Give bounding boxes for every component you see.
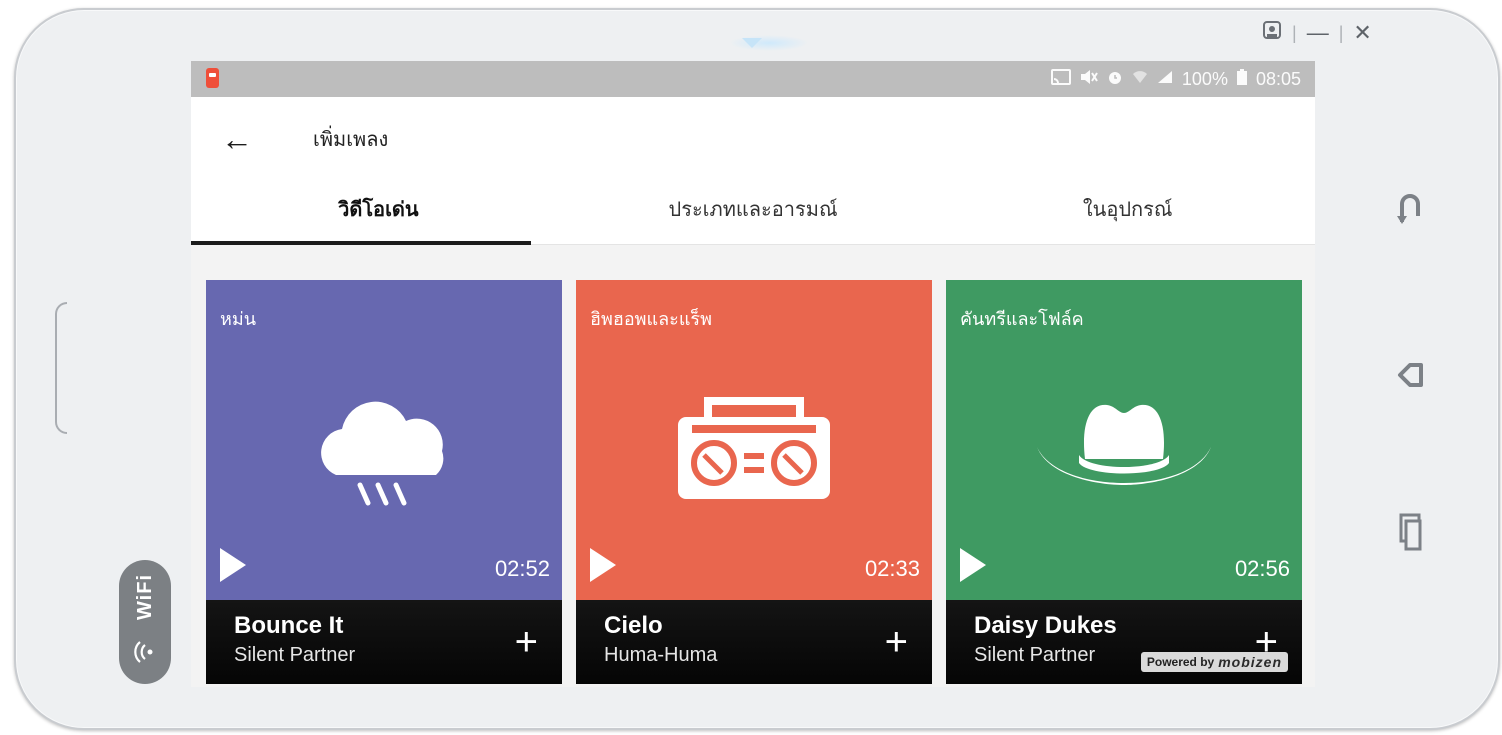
- tab-on-device[interactable]: ในอุปกรณ์: [940, 181, 1315, 244]
- page-title: เพิ่มเพลง: [313, 129, 389, 151]
- mute-icon: [1080, 69, 1098, 90]
- separator: |: [1292, 22, 1297, 43]
- track-info: Cielo Huma-Huma +: [576, 600, 932, 684]
- track-info: Bounce It Silent Partner +: [206, 600, 562, 684]
- cast-icon: [1050, 68, 1071, 90]
- alarm-icon: [1107, 69, 1123, 90]
- wifi-signal-icon: [1132, 70, 1148, 89]
- status-bar: 100% 08:05: [191, 61, 1315, 97]
- recent-apps-icon[interactable]: [1390, 512, 1430, 552]
- music-card[interactable]: ฮิพฮอพและแร็พ 02:33 Cielo Huma-Huma +: [576, 280, 932, 684]
- mobizen-logo: mobizen: [1218, 654, 1282, 670]
- play-icon[interactable]: [590, 548, 616, 582]
- genre-label: หม่น: [220, 309, 257, 329]
- dropdown-arrow-icon[interactable]: [742, 38, 762, 48]
- mobizen-watermark: Powered by mobizen: [1140, 652, 1288, 672]
- music-card[interactable]: คันทรีและโฟล์ค 02:56 Daisy Dukes Silent …: [946, 280, 1302, 684]
- tab-featured-videos[interactable]: วิดีโอเด่น: [191, 181, 566, 244]
- music-card[interactable]: หม่น 02:52 Bounce It Silent Partner +: [206, 280, 562, 684]
- track-artist: Huma-Huma: [604, 644, 718, 666]
- genre-label: ฮิพฮอพและแร็พ: [590, 309, 712, 329]
- watermark-prefix: Powered by: [1146, 655, 1215, 669]
- close-icon[interactable]: ✕: [1353, 20, 1371, 46]
- track-artist: Silent Partner: [234, 644, 356, 666]
- side-button: [55, 302, 67, 434]
- track-duration: 02:33: [864, 556, 920, 581]
- tab-indicator: [191, 241, 531, 245]
- cowboy-hat-icon: [946, 350, 1302, 550]
- track-title: Bounce It: [234, 612, 344, 639]
- cell-signal-icon: [1157, 70, 1173, 89]
- status-time: 08:05: [1255, 68, 1301, 89]
- back-nav-icon[interactable]: [1390, 355, 1430, 395]
- frame-notch: [729, 35, 809, 51]
- rotate-icon[interactable]: [1390, 190, 1430, 230]
- battery-icon: [1236, 68, 1247, 90]
- back-arrow-icon[interactable]: ←: [221, 121, 261, 158]
- add-icon[interactable]: +: [885, 622, 908, 662]
- window-controls: | — | ✕: [1262, 20, 1372, 46]
- track-title: Cielo: [604, 612, 663, 639]
- track-duration: 02:56: [1234, 556, 1290, 581]
- wifi-icon: [132, 639, 158, 670]
- add-icon[interactable]: +: [515, 622, 538, 662]
- track-duration: 02:52: [494, 556, 550, 581]
- rain-cloud-icon: [206, 350, 562, 550]
- track-title: Daisy Dukes: [974, 612, 1117, 639]
- wifi-label: WiFi: [133, 574, 156, 621]
- status-icons: 100% 08:05: [1050, 68, 1301, 90]
- play-icon[interactable]: [220, 548, 246, 582]
- separator: |: [1338, 22, 1344, 43]
- play-icon[interactable]: [960, 548, 986, 582]
- tab-bar: วิดีโอเด่น ประเภทและอารมณ์ ในอุปกรณ์: [191, 181, 1315, 245]
- boombox-icon: [576, 350, 932, 550]
- tab-genre-mood[interactable]: ประเภทและอารมณ์: [566, 181, 941, 244]
- genre-label: คันทรีและโฟล์ค: [960, 309, 1084, 329]
- battery-percent: 100%: [1181, 68, 1228, 89]
- music-grid: หม่น 02:52 Bounce It Silent Partner + ฮิ…: [206, 280, 1302, 684]
- phone-screen: 100% 08:05 ← เพิ่มเพลง วิดีโอเด่น ประเภท…: [191, 61, 1315, 687]
- person-icon[interactable]: [1262, 20, 1282, 46]
- wifi-badge[interactable]: WiFi: [119, 560, 171, 684]
- minimize-icon[interactable]: —: [1307, 20, 1329, 46]
- app-bar: ← เพิ่มเพลง: [191, 97, 1315, 181]
- app-notification-icon: [206, 68, 219, 88]
